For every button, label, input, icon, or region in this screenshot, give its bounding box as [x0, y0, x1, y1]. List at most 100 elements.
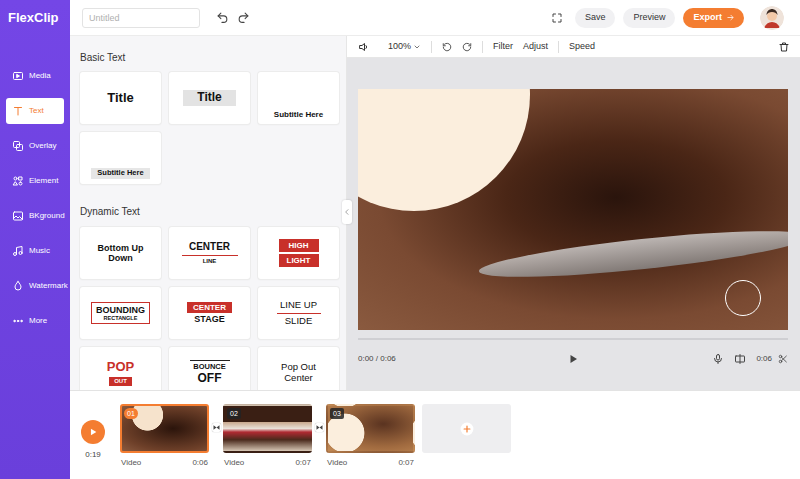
style-text: BOUNDING: [96, 305, 145, 315]
text-panel: Basic Text Title Title Subtitle Here Subtitl…: [70, 36, 347, 390]
progress-track[interactable]: [358, 338, 788, 340]
sidebar-item[interactable]: Watermark: [6, 273, 64, 299]
style-text: CENTER: [189, 241, 230, 253]
sidebar-label: BKground: [29, 210, 65, 222]
sidebar-item[interactable]: Music: [6, 238, 64, 264]
section-title: Basic Text: [80, 52, 346, 64]
divider-line: [190, 360, 230, 361]
sidebar-item[interactable]: Element: [6, 168, 64, 194]
preview-button[interactable]: Preview: [623, 8, 675, 28]
toolbar-separator: [431, 41, 432, 53]
preview-stage: 0:00 / 0:06 0:06: [347, 58, 800, 390]
timeline-clip[interactable]: 03 Video0:07: [326, 404, 415, 469]
sidebar-label: More: [29, 315, 47, 327]
collapse-handle[interactable]: [342, 200, 352, 224]
divider-line: [182, 255, 238, 256]
toolbar-button[interactable]: Speed: [569, 40, 595, 54]
player-right: 0:06: [579, 353, 788, 365]
style-text: LIGHT: [279, 254, 319, 267]
history-controls: [216, 11, 250, 24]
main-area: Save Preview Export Basic Text Title Title Su…: [70, 0, 800, 479]
plus-icon: [460, 422, 474, 436]
text-style-grid: Bottom UpDownCENTERLINEHIGHLIGHT BOUNDING…: [80, 227, 346, 390]
style-text: OUT: [109, 377, 132, 386]
style-text: POP: [107, 360, 134, 375]
clip-meta: Video0:07: [223, 457, 312, 469]
scissors-icon[interactable]: [778, 354, 788, 364]
app-logo[interactable]: FlexClip: [8, 8, 59, 28]
text-style-card[interactable]: BOUNCEOFF: [169, 347, 250, 390]
text-style-card[interactable]: Subtitle Here: [80, 132, 161, 184]
style-text: Down: [108, 253, 133, 263]
export-button[interactable]: Export: [683, 8, 744, 28]
text-style-card[interactable]: Subtitle Here: [258, 72, 339, 124]
clip-thumbnail[interactable]: 02: [223, 404, 312, 453]
style-frame: BOUNDINGRECTANGLE: [91, 302, 150, 325]
clip-thumbnail[interactable]: 03: [326, 404, 415, 453]
style-text: LINE UP: [280, 300, 317, 311]
text-style-card[interactable]: CENTERLINE: [169, 227, 250, 279]
sidebar-label: Overlay: [29, 140, 57, 152]
undo-icon[interactable]: [216, 11, 229, 24]
playback-time: 0:00 / 0:06: [358, 353, 396, 365]
timeline-clip[interactable]: 01Video0:06: [120, 404, 209, 469]
avatar-icon: [760, 6, 784, 30]
text-style-card[interactable]: CENTERSTAGE: [169, 287, 250, 339]
clip-type: Video: [327, 457, 347, 469]
clip-number: 01: [124, 408, 138, 419]
volume-icon[interactable]: [358, 41, 370, 53]
toolbar-button[interactable]: Filter: [493, 40, 513, 54]
project-title-input[interactable]: [82, 8, 200, 28]
save-button[interactable]: Save: [575, 8, 616, 28]
transition-button[interactable]: [312, 404, 326, 432]
frame-shape: [358, 89, 530, 211]
sidebar-item[interactable]: BKground: [6, 203, 64, 229]
style-text: Subtitle Here: [91, 168, 149, 179]
rotate-right-icon[interactable]: [462, 42, 472, 52]
sidebar-item[interactable]: Text: [6, 98, 64, 124]
trash-icon[interactable]: [778, 41, 790, 53]
play-all-button[interactable]: [81, 420, 105, 444]
chevron-left-icon: [343, 208, 351, 216]
edit-toolbar: 100% Filter Adjust Speed: [347, 36, 800, 58]
watermark-icon: [12, 280, 24, 292]
redo-icon[interactable]: [237, 11, 250, 24]
export-label: Export: [693, 11, 722, 25]
arrow-right-icon: [726, 13, 735, 22]
clip-number: 02: [227, 408, 241, 419]
play-icon[interactable]: [567, 353, 579, 365]
toolbar-button[interactable]: Adjust: [523, 40, 548, 54]
sidebar-item[interactable]: Media: [6, 63, 64, 89]
video-preview[interactable]: [358, 89, 788, 330]
transition-button[interactable]: [209, 404, 223, 432]
microphone-icon[interactable]: [712, 353, 724, 365]
zoom-select[interactable]: 100%: [388, 40, 421, 54]
clip-thumbnail[interactable]: 01: [120, 404, 209, 453]
fullscreen-icon[interactable]: [551, 12, 563, 24]
sidebar-item[interactable]: Overlay: [6, 133, 64, 159]
top-bar: Save Preview Export: [70, 0, 800, 36]
timeline-clip[interactable]: 02 Video0:07: [223, 404, 312, 469]
user-avatar[interactable]: [760, 6, 784, 30]
clip-duration: 0:06: [756, 353, 772, 365]
clip-number: 03: [330, 408, 344, 419]
style-text: Title: [183, 90, 235, 106]
split-icon[interactable]: [734, 353, 746, 365]
clip-meta: Video0:07: [326, 457, 415, 469]
sidebar-item[interactable]: More: [6, 308, 64, 334]
text-style-card[interactable]: Bottom UpDown: [80, 227, 161, 279]
text-style-card[interactable]: BOUNDINGRECTANGLE: [80, 287, 161, 339]
text-style-card[interactable]: LINE UP SLIDE: [258, 287, 339, 339]
text-style-card[interactable]: Title: [80, 72, 161, 124]
add-clip-button[interactable]: [422, 404, 511, 453]
text-style-card[interactable]: HIGHLIGHT: [258, 227, 339, 279]
text-style-card[interactable]: Title: [169, 72, 250, 124]
rotate-left-icon[interactable]: [442, 42, 452, 52]
style-text: Subtitle Here: [274, 110, 323, 119]
sidebar-label: Watermark: [29, 280, 68, 292]
music-icon: [12, 245, 24, 257]
sidebar-list: Media Text Overlay Element BKground Music Wate…: [0, 36, 70, 334]
text-style-card[interactable]: Pop OutCenter: [258, 347, 339, 390]
text-style-card[interactable]: POP OUT: [80, 347, 161, 390]
style-text: SLIDE: [285, 316, 312, 327]
